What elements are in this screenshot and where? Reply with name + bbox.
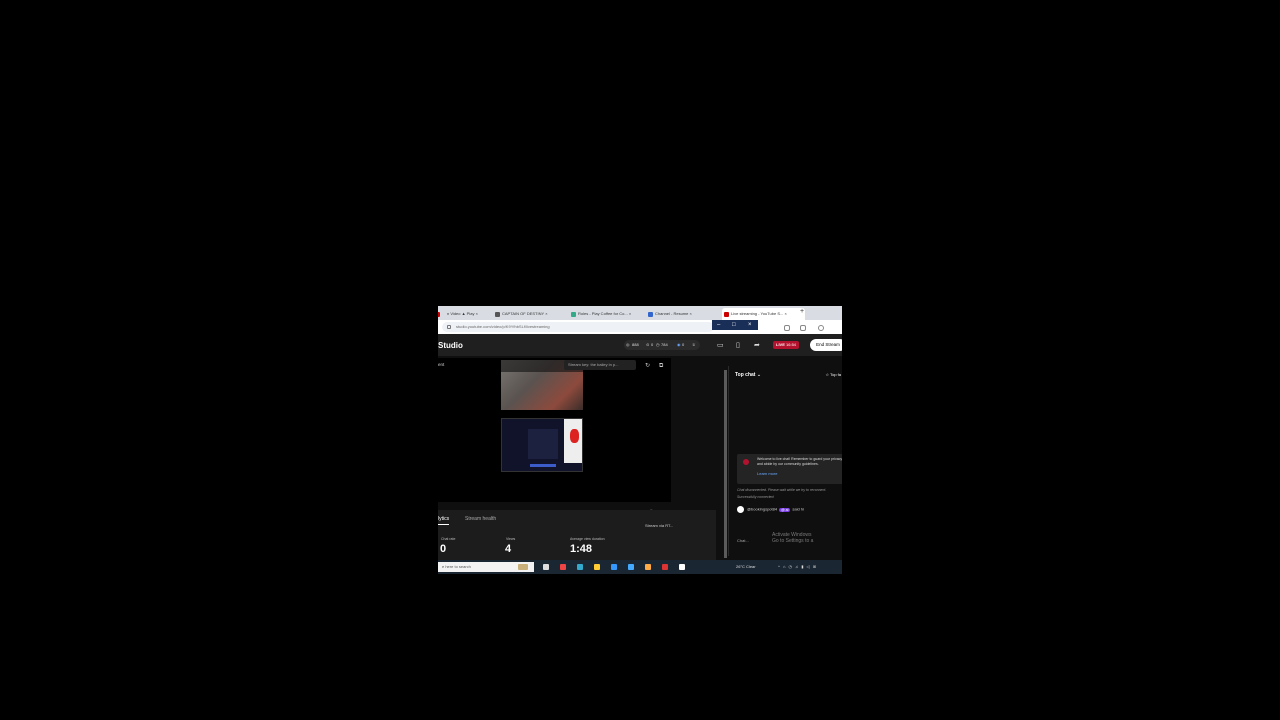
people-icon: ⊙ — [646, 342, 650, 347]
screen-share-preview — [501, 418, 583, 472]
subs-count: 0 — [682, 342, 685, 347]
share-icon[interactable]: ➦ — [754, 342, 761, 349]
file-explorer-icon[interactable] — [594, 564, 600, 570]
app-icon[interactable] — [679, 564, 685, 570]
stream-preview: ent Stream key: the bailey in p... ↻ ⧉ — [438, 358, 671, 502]
chat-text: said hi — [792, 506, 804, 512]
metric-label: Chat rate — [441, 537, 456, 541]
window-controls: – □ × — [712, 320, 758, 330]
metric-label: Views — [506, 537, 516, 541]
left-label: ent — [438, 362, 445, 367]
learn-more-link[interactable]: Learn more — [757, 471, 777, 476]
chat-system-message: Successfully connected — [737, 495, 774, 499]
studio-header: Studio ◎ 888 ⊙ 0 ◷ 784 ◉ 0 ♕ ▭ ▯ ➦ LIVE … — [438, 334, 842, 356]
address-bar-row: studio.youtube.com/video/p/K9YfhbSLf/liv… — [438, 320, 842, 334]
copy-icon[interactable]: ⧉ — [659, 363, 666, 370]
tab-label: Live streaming - YouTube S... × — [731, 311, 787, 316]
bookmark-icon[interactable]: ▯ — [736, 342, 743, 349]
obs-icon[interactable] — [662, 564, 668, 570]
eye-icon: ◎ — [626, 342, 630, 347]
chat-system-message: Chat disconnected. Please wait while we … — [737, 488, 827, 492]
youtube-favicon-icon — [724, 312, 729, 317]
analytics-panel: lytics Stream health Chat rate 0 Views 4… — [438, 510, 716, 562]
browser-tab[interactable]: Channel - Resume × — [646, 308, 725, 320]
metric-label: Average view duration — [570, 537, 605, 541]
tab-label: CAPTAIN OF DESTINY × — [502, 311, 548, 316]
browser-tab[interactable]: n Video ▲ Play × — [438, 308, 493, 320]
tab-stream-health[interactable]: Stream health — [465, 516, 496, 522]
browser-tab-active[interactable]: Live streaming - YouTube S... × — [722, 308, 805, 320]
chat-author[interactable]: @bookingspot84 — [747, 507, 777, 512]
tab-label: n Video ▲ Play × — [447, 311, 478, 316]
live-chat-panel: Top chat ⌄ ☆ Top fa Welcome to live chat… — [728, 366, 842, 556]
end-stream-button[interactable]: End Stream — [810, 339, 842, 351]
system-tray-icons[interactable]: ^ ⌂ ◷ ♫ ▮ ◁ ⊞ — [778, 563, 817, 571]
concurrent-count: 0 — [651, 342, 654, 347]
stream-via-label: Stream via RT... — [645, 523, 674, 528]
avatar — [737, 506, 744, 513]
tab-favicon-icon — [495, 312, 500, 317]
screen-red-logo — [570, 429, 579, 443]
cast-icon[interactable]: ▭ — [717, 342, 724, 349]
tab-analytics[interactable]: lytics — [438, 516, 450, 525]
youtube-logo-icon — [743, 459, 749, 465]
subscriber-icon: ◉ — [677, 342, 681, 347]
live-label: LIVE — [776, 342, 785, 347]
like-icon: ◷ — [656, 342, 660, 347]
url-text: studio.youtube.com/video/p/K9YfhbSLf/liv… — [456, 324, 550, 329]
chat-message: @bookingspot84 @ ai said hi — [737, 506, 804, 513]
edge-icon[interactable] — [577, 564, 583, 570]
lock-icon — [447, 325, 451, 329]
chrome-icon[interactable] — [560, 564, 566, 570]
tab-favicon-icon — [438, 312, 440, 317]
weather-widget[interactable]: 26°C Clear — [736, 563, 756, 571]
store-icon[interactable] — [611, 564, 617, 570]
scrollbar[interactable] — [724, 370, 727, 558]
new-tab-button[interactable]: + — [800, 308, 804, 315]
trophy-icon: ♕ — [692, 342, 696, 347]
tab-label: Roles - Play Coffee for Co... × — [578, 311, 632, 316]
browser-app-icon[interactable] — [645, 564, 651, 570]
activate-windows-watermark: Activate Windows Go to Settings to a — [772, 532, 813, 544]
mail-icon[interactable] — [628, 564, 634, 570]
tab-favicon-icon — [571, 312, 576, 317]
browser-tab-strip: n Video ▲ Play × CAPTAIN OF DESTINY × Ro… — [438, 306, 842, 320]
welcome-text: Welcome to live chat! Remember to guard … — [757, 457, 842, 466]
likes-count: 784 — [661, 342, 668, 347]
tab-favicon-icon — [648, 312, 653, 317]
metric-value: 1:48 — [570, 543, 593, 555]
studio-title: Studio — [438, 341, 463, 350]
maximize-button[interactable]: □ — [732, 320, 736, 330]
live-badge: LIVE 16:54 — [773, 341, 800, 349]
live-stats-pill: ◎ 888 ⊙ 0 ◷ 784 ◉ 0 ♕ — [624, 340, 700, 350]
task-view-icon[interactable] — [543, 564, 549, 570]
top-fans-button[interactable]: ☆ Top fa — [825, 372, 841, 377]
extensions-icon[interactable] — [800, 325, 806, 331]
member-badge: @ ai — [779, 507, 791, 512]
live-timer: 16:54 — [786, 342, 797, 347]
screen-panel — [528, 429, 558, 459]
url-bar[interactable]: studio.youtube.com/video/p/K9YfhbSLf/liv… — [442, 322, 714, 332]
close-button[interactable]: × — [748, 320, 752, 330]
windows-taskbar: e here to search 26°C Clear ^ ⌂ ◷ ♫ ▮ ◁ … — [438, 560, 842, 574]
browser-tab[interactable]: CAPTAIN OF DESTINY × — [493, 308, 572, 320]
activate-subtitle: Go to Settings to a — [772, 538, 814, 544]
chat-welcome-card: Welcome to live chat! Remember to guard … — [737, 454, 842, 484]
profile-icon[interactable] — [784, 325, 790, 331]
metric-value: 0 — [440, 543, 447, 555]
minimize-button[interactable]: – — [717, 320, 720, 330]
stream-key-dropdown[interactable]: Stream key: the bailey in p... — [564, 360, 636, 370]
tab-label: Channel - Resume × — [655, 311, 692, 316]
top-chat-dropdown[interactable]: Top chat ⌄ — [735, 372, 761, 378]
screenshot-frame: n Video ▲ Play × CAPTAIN OF DESTINY × Ro… — [438, 306, 842, 574]
metric-value: 4 — [505, 543, 512, 555]
refresh-icon[interactable]: ↻ — [645, 363, 652, 370]
watching-count: 888 — [632, 342, 639, 347]
screen-button-bar — [530, 464, 556, 467]
search-highlight-icon — [518, 564, 528, 570]
account-icon[interactable] — [818, 325, 824, 331]
browser-tab[interactable]: Roles - Play Coffee for Co... × — [569, 308, 648, 320]
